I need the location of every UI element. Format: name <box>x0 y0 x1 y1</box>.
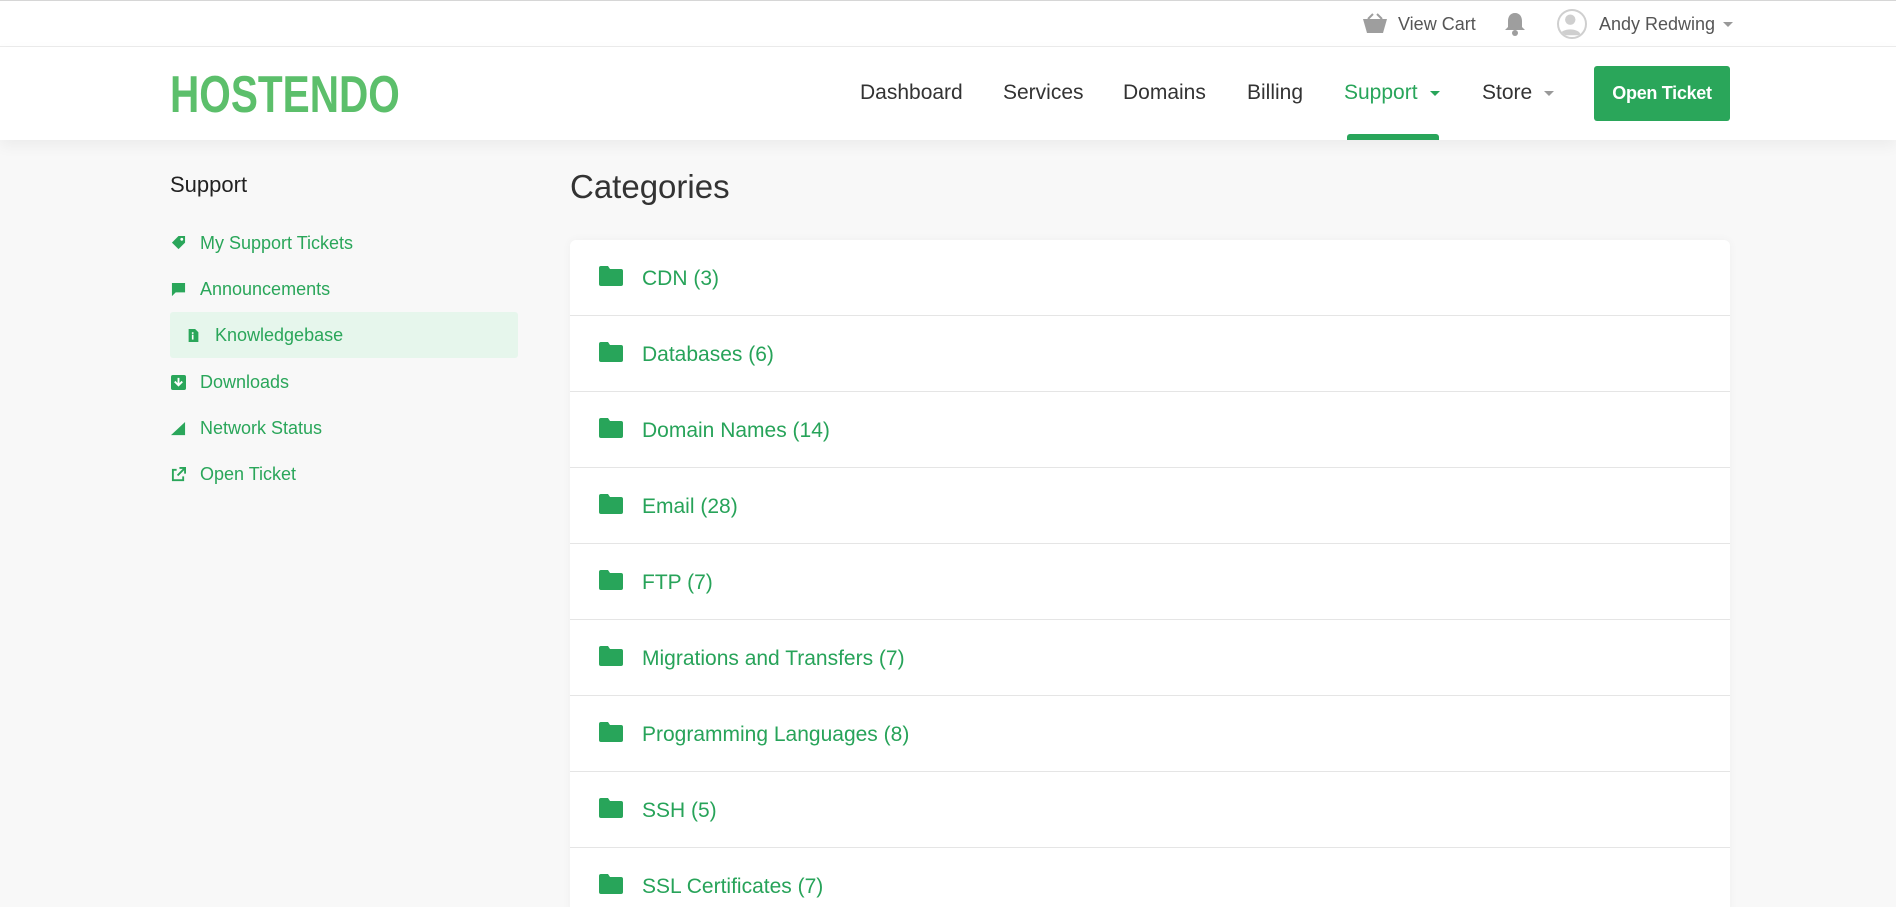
bell-icon[interactable] <box>1503 11 1527 37</box>
category-label: Domain Names (14) <box>642 419 830 442</box>
nav-billing[interactable]: Billing <box>1247 81 1303 105</box>
category-label: Databases (6) <box>642 343 774 366</box>
category-item[interactable]: Databases (6) <box>570 316 1730 392</box>
category-label: Programming Languages (8) <box>642 723 910 746</box>
category-item[interactable]: Migrations and Transfers (7) <box>570 620 1730 696</box>
sidebar-item-label: My Support Tickets <box>200 232 354 253</box>
category-item[interactable]: Domain Names (14) <box>570 392 1730 468</box>
nav-dashboard[interactable]: Dashboard <box>860 81 963 105</box>
category-item[interactable]: SSH (5) <box>570 772 1730 848</box>
category-label: CDN (3) <box>642 267 719 290</box>
nav-domains[interactable]: Domains <box>1123 81 1206 105</box>
folder-icon <box>599 418 623 438</box>
folder-icon <box>599 342 623 362</box>
nav-label: Dashboard <box>860 81 963 104</box>
ticket-icon <box>170 235 186 251</box>
nav-label: Store <box>1482 81 1533 104</box>
nav-label: Billing <box>1247 81 1304 104</box>
open-ticket-button[interactable]: Open Ticket <box>1594 66 1730 121</box>
categories-list: CDN (3) Databases (6) Domain Names (14) … <box>570 240 1730 907</box>
chevron-down-icon <box>1544 90 1555 96</box>
folder-icon <box>599 798 623 818</box>
file-icon <box>185 327 201 343</box>
folder-icon <box>599 874 623 894</box>
category-label: FTP (7) <box>642 571 713 594</box>
sidebar-item-network-status[interactable]: Network Status <box>170 405 518 451</box>
folder-icon <box>599 646 623 666</box>
chevron-down-icon <box>1723 21 1734 27</box>
category-item[interactable]: CDN (3) <box>570 240 1730 316</box>
view-cart-link[interactable]: View Cart <box>1362 11 1476 37</box>
logo[interactable]: HOSTENDO <box>170 69 400 121</box>
nav-services[interactable]: Services <box>1003 81 1084 105</box>
category-item[interactable]: SSL Certificates (7) <box>570 848 1730 907</box>
avatar <box>1557 9 1587 39</box>
comment-icon <box>170 281 186 297</box>
sidebar-item-knowledgebase[interactable]: Knowledgebase <box>170 312 518 358</box>
sidebar-title: Support <box>170 172 248 197</box>
user-name: Andy Redwing <box>1599 13 1716 34</box>
category-item[interactable]: FTP (7) <box>570 544 1730 620</box>
folder-icon <box>599 722 623 742</box>
nav-label: Services <box>1003 81 1084 104</box>
chevron-down-icon <box>1429 90 1440 96</box>
signal-icon <box>170 420 186 436</box>
page-title: Categories <box>570 168 730 205</box>
view-cart-label: View Cart <box>1398 13 1476 34</box>
sidebar-item-announcements[interactable]: Announcements <box>170 266 518 312</box>
category-label: Migrations and Transfers (7) <box>642 647 905 670</box>
cart-icon <box>1363 13 1387 33</box>
sidebar-item-label: Announcements <box>200 278 331 299</box>
main-header: HOSTENDO Dashboard Services Domains Bill… <box>0 47 1896 140</box>
category-label: SSL Certificates (7) <box>642 875 824 898</box>
category-label: Email (28) <box>642 495 738 518</box>
nav-label: Domains <box>1123 81 1206 104</box>
sidebar-item-open-ticket[interactable]: Open Ticket <box>170 451 518 497</box>
nav-label: Support <box>1344 81 1418 104</box>
user-menu[interactable]: Andy Redwing <box>1557 9 1734 39</box>
category-label: SSH (5) <box>642 799 717 822</box>
download-icon <box>170 374 186 390</box>
sidebar-item-label: Downloads <box>200 371 290 392</box>
nav-store[interactable]: Store <box>1482 81 1555 105</box>
nav-support[interactable]: Support <box>1344 81 1440 105</box>
sidebar-item-label: Network Status <box>200 417 323 438</box>
folder-icon <box>599 570 623 590</box>
nav-active-indicator <box>1347 134 1439 140</box>
sidebar-item-label: Open Ticket <box>200 463 297 484</box>
sidebar-item-my-support-tickets[interactable]: My Support Tickets <box>170 220 518 266</box>
sidebar-item-downloads[interactable]: Downloads <box>170 359 518 405</box>
folder-icon <box>599 494 623 514</box>
top-utility-bar: View Cart Andy Redwing <box>0 0 1896 47</box>
sidebar-item-label: Knowledgebase <box>215 324 344 345</box>
external-link-icon <box>170 466 186 482</box>
category-item[interactable]: Programming Languages (8) <box>570 696 1730 772</box>
folder-icon <box>599 266 623 286</box>
category-item[interactable]: Email (28) <box>570 468 1730 544</box>
